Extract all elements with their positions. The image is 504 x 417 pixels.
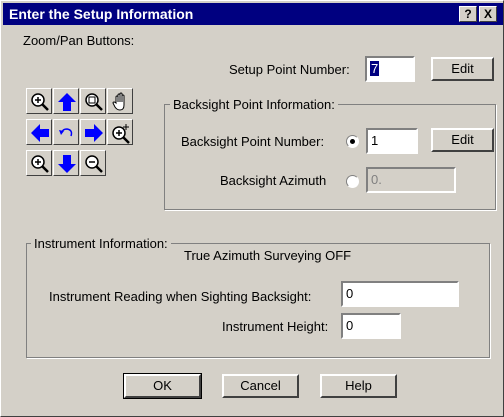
zoom-extents-icon [112,124,130,144]
instrument-reading-label: Instrument Reading when Sighting Backsig… [49,289,312,304]
zoom-out-icon [85,155,103,173]
backsight-group [164,104,496,210]
instrument-reading-input[interactable]: 0 [341,281,459,307]
zoom-out-button[interactable] [80,150,106,176]
pan-hand-button[interactable] [107,88,133,114]
zoom-in-small-button[interactable] [26,150,52,176]
hand-icon [112,92,125,111]
zoom-window-button[interactable] [80,88,106,114]
true-azimuth-status: True Azimuth Surveying OFF [184,248,352,263]
help-title-button[interactable]: ? [459,6,477,22]
backsight-azimuth-radio[interactable] [346,175,359,188]
pan-down-button[interactable] [53,150,79,176]
backsight-edit-button[interactable]: Edit [431,128,494,152]
instrument-height-input[interactable]: 0 [341,313,401,339]
instrument-height-label: Instrument Height: [222,319,329,334]
cancel-button[interactable]: Cancel [222,374,299,398]
backsight-azimuth-input[interactable]: 0. [366,167,456,193]
zoom-in-button[interactable] [26,88,52,114]
title-bar: Enter the Setup Information ? X [3,3,503,25]
pan-up-button[interactable] [53,88,79,114]
arrow-down-icon [58,155,76,173]
setup-dialog: Enter the Setup Information ? X Zoom/Pan… [0,0,504,417]
setup-point-value: 7 [370,61,380,76]
arrow-up-icon [58,93,76,111]
zoom-window-icon [85,93,103,111]
zoom-extents-button[interactable] [107,119,133,145]
setup-point-input[interactable]: 7 [365,56,415,82]
pan-left-button[interactable] [26,119,52,145]
pan-right-button[interactable] [80,119,106,145]
zoom-in-icon [31,93,49,111]
backsight-group-title: Backsight Point Information: [170,97,338,112]
backsight-point-label: Backsight Point Number: [181,134,325,149]
instrument-group-title: Instrument Information: [31,236,171,251]
undo-zoom-button[interactable] [53,119,79,145]
close-title-button[interactable]: X [479,6,497,22]
ok-button[interactable]: OK [123,373,202,399]
backsight-point-input[interactable]: 1 [366,128,418,154]
backsight-azimuth-label: Backsight Azimuth [220,173,327,188]
backsight-point-radio[interactable] [346,135,359,148]
zoom-pan-label: Zoom/Pan Buttons: [23,33,135,48]
undo-icon [59,128,73,137]
arrow-right-icon [85,124,103,142]
radio-selected-dot [350,139,355,144]
arrow-left-icon [31,124,49,142]
zoom-in-icon [31,155,49,173]
setup-edit-button[interactable]: Edit [431,57,494,81]
setup-point-label: Setup Point Number: [229,62,350,77]
help-button[interactable]: Help [320,374,397,398]
dialog-title: Enter the Setup Information [9,6,194,22]
